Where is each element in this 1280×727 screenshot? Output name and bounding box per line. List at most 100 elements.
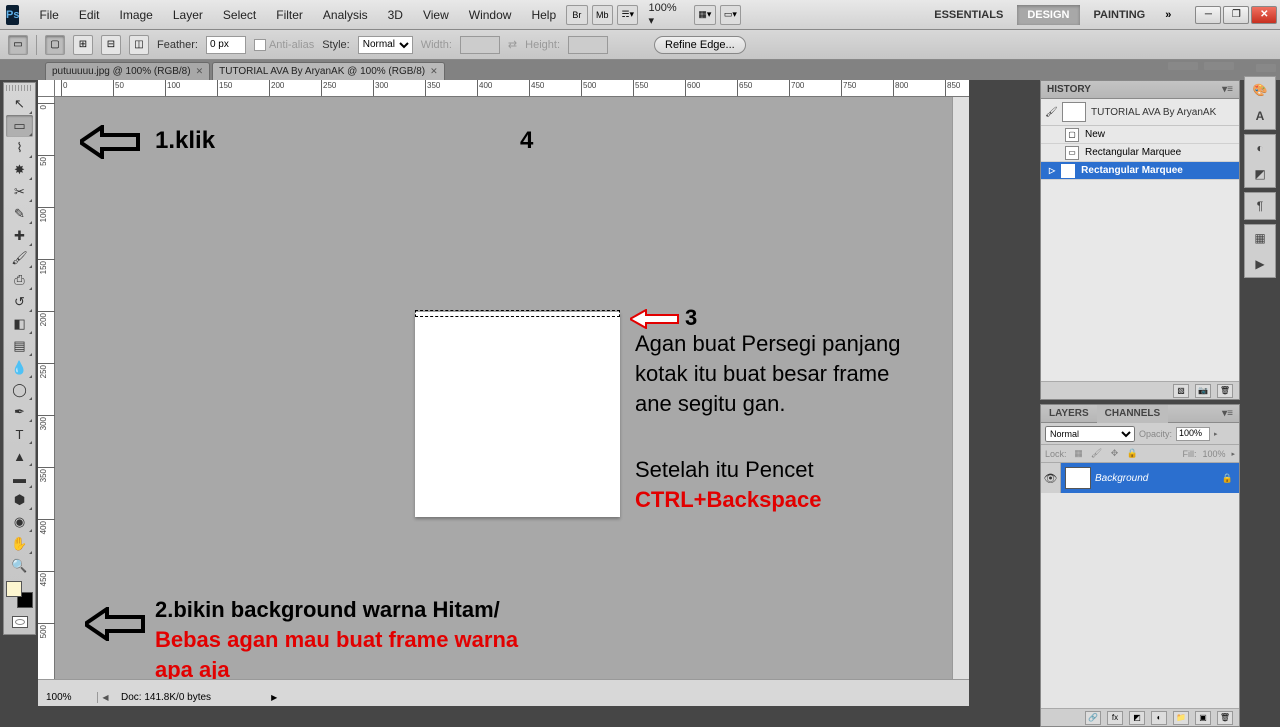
layer-visibility-icon[interactable]: 👁 xyxy=(1041,463,1061,493)
quick-mask-icon[interactable] xyxy=(6,612,33,632)
layer-link-icon[interactable]: 🔗 xyxy=(1085,711,1101,725)
pen-tool-icon[interactable]: ✒ xyxy=(6,401,33,423)
paragraph-panel-icon[interactable]: ¶ xyxy=(1249,196,1271,216)
workspace-design[interactable]: DESIGN xyxy=(1017,5,1079,25)
zoom-level[interactable]: 100% ▾ xyxy=(642,2,690,27)
layer-adjust-icon[interactable]: ◐ xyxy=(1151,711,1167,725)
menu-window[interactable]: Window xyxy=(459,8,522,22)
subtract-selection-icon[interactable]: ⊟ xyxy=(101,35,121,55)
menu-filter[interactable]: Filter xyxy=(266,8,313,22)
shape-tool-icon[interactable]: ▬ xyxy=(6,467,33,489)
foreground-color-swatch[interactable] xyxy=(6,581,22,597)
gradient-tool-icon[interactable]: ▤ xyxy=(6,335,33,357)
styles-panel-icon[interactable]: ▶ xyxy=(1249,254,1271,274)
ruler-origin[interactable] xyxy=(38,80,55,97)
layers-tab[interactable]: LAYERS xyxy=(1041,405,1097,423)
history-brush-tool-icon[interactable]: ↺ xyxy=(6,291,33,313)
layer-name[interactable]: Background xyxy=(1095,473,1222,484)
bridge-icon[interactable]: Br xyxy=(566,5,587,25)
dock-grip[interactable] xyxy=(1256,64,1276,72)
channels-tab[interactable]: CHANNELS xyxy=(1097,405,1169,423)
window-close[interactable]: ✕ xyxy=(1251,6,1277,24)
lasso-tool-icon[interactable]: ⌇ xyxy=(6,137,33,159)
arrange-docs-icon[interactable]: ▦▾ xyxy=(694,5,715,25)
menu-edit[interactable]: Edit xyxy=(69,8,110,22)
masks-panel-icon[interactable]: ◩ xyxy=(1249,164,1271,184)
screen-mode-icon[interactable]: ▭▾ xyxy=(720,5,741,25)
color-panel-icon[interactable]: 🎨 xyxy=(1249,80,1271,100)
feather-input[interactable] xyxy=(206,36,246,54)
crop-tool-icon[interactable]: ✂ xyxy=(6,181,33,203)
layer-new-icon[interactable]: ▣ xyxy=(1195,711,1211,725)
layer-mask-icon[interactable]: ◩ xyxy=(1129,711,1145,725)
type-tool-icon[interactable]: T xyxy=(6,423,33,445)
blur-tool-icon[interactable]: 💧 xyxy=(6,357,33,379)
menu-help[interactable]: Help xyxy=(521,8,566,22)
history-delete-icon[interactable]: 🗑 xyxy=(1217,384,1233,398)
layer-fx-icon[interactable]: fx xyxy=(1107,711,1123,725)
lock-all-icon[interactable]: 🔒 xyxy=(1127,448,1139,460)
fill-value[interactable]: 100% xyxy=(1202,449,1225,459)
menu-select[interactable]: Select xyxy=(213,8,266,22)
close-tab-icon[interactable]: ✕ xyxy=(196,66,204,77)
view-extras-icon[interactable]: ☴▾ xyxy=(617,5,638,25)
zoom-tool-icon[interactable]: 🔍 xyxy=(6,555,33,577)
workspace-more-icon[interactable]: » xyxy=(1159,9,1177,21)
dodge-tool-icon[interactable]: ◯ xyxy=(6,379,33,401)
status-doc-info[interactable]: Doc: 141.8K/0 bytes xyxy=(113,692,211,703)
brush-tool-icon[interactable]: 🖌 xyxy=(6,247,33,269)
toolbox-grip[interactable] xyxy=(6,85,33,91)
status-arrow-left-icon[interactable]: ◀ xyxy=(98,693,113,702)
refine-edge-button[interactable]: Refine Edge... xyxy=(654,36,746,54)
swatches-panel-icon[interactable]: ▦ xyxy=(1249,228,1271,248)
hand-tool-icon[interactable]: ✋ xyxy=(6,533,33,555)
menu-image[interactable]: Image xyxy=(110,8,163,22)
vertical-scrollbar[interactable] xyxy=(952,97,969,679)
canvas[interactable]: 1.klik 4 3 Agan buat Persegi panjang kot… xyxy=(55,97,952,679)
panel-menu-icon[interactable]: ▾≡ xyxy=(1222,408,1239,419)
layer-thumb[interactable] xyxy=(1065,467,1091,489)
menu-view[interactable]: View xyxy=(413,8,459,22)
window-restore[interactable]: ❐ xyxy=(1223,6,1249,24)
window-minimize[interactable]: ─ xyxy=(1195,6,1221,24)
eraser-tool-icon[interactable]: ◧ xyxy=(6,313,33,335)
eyedropper-tool-icon[interactable]: ✎ xyxy=(6,203,33,225)
history-new-doc-icon[interactable]: ▧ xyxy=(1173,384,1189,398)
doc-tab-1[interactable]: putuuuuu.jpg @ 100% (RGB/8)✕ xyxy=(45,62,210,80)
workspace-essentials[interactable]: ESSENTIALS xyxy=(924,5,1013,25)
3d-camera-tool-icon[interactable]: ◉ xyxy=(6,511,33,533)
path-select-tool-icon[interactable]: ▲ xyxy=(6,445,33,467)
menu-analysis[interactable]: Analysis xyxy=(313,8,378,22)
dock-grip[interactable] xyxy=(1168,62,1198,70)
panel-menu-icon[interactable]: ▾≡ xyxy=(1222,84,1233,95)
menu-layer[interactable]: Layer xyxy=(163,8,213,22)
intersect-selection-icon[interactable]: ◫ xyxy=(129,35,149,55)
status-play-icon[interactable]: ▶ xyxy=(271,693,277,702)
new-selection-icon[interactable]: ▢ xyxy=(45,35,65,55)
history-snapshot-icon[interactable]: 📷 xyxy=(1195,384,1211,398)
ruler-vertical[interactable]: 050100150200250300350400450500 xyxy=(38,97,55,679)
lock-paint-icon[interactable]: 🖌 xyxy=(1091,448,1103,460)
lock-position-icon[interactable]: ✥ xyxy=(1109,448,1121,460)
history-document-row[interactable]: 🖌 TUTORIAL AVA By AryanAK xyxy=(1041,99,1239,126)
character-panel-icon[interactable]: A xyxy=(1249,106,1271,126)
active-tool-preset-icon[interactable]: ▭ xyxy=(8,35,28,55)
ruler-horizontal[interactable]: 0501001502002503003504004505005506006507… xyxy=(55,80,969,97)
layer-background[interactable]: 👁 Background 🔒 xyxy=(1041,463,1239,493)
dock-grip[interactable] xyxy=(1204,62,1234,70)
menu-3d[interactable]: 3D xyxy=(378,8,413,22)
marquee-tool-icon[interactable]: ▭ xyxy=(6,115,33,137)
lock-transparency-icon[interactable]: ▦ xyxy=(1073,448,1085,460)
opacity-value[interactable]: 100% xyxy=(1176,427,1210,441)
layer-delete-icon[interactable]: 🗑 xyxy=(1217,711,1233,725)
move-tool-icon[interactable]: ↖ xyxy=(6,93,33,115)
style-select[interactable]: Normal xyxy=(358,36,413,54)
healing-tool-icon[interactable]: ✚ xyxy=(6,225,33,247)
stamp-tool-icon[interactable]: ⎙ xyxy=(6,269,33,291)
color-swatches[interactable] xyxy=(6,581,33,608)
minibridge-icon[interactable]: Mb xyxy=(592,5,613,25)
status-zoom[interactable]: 100% xyxy=(38,692,98,703)
history-item-new[interactable]: ▢New xyxy=(1041,126,1239,144)
menu-file[interactable]: File xyxy=(29,8,68,22)
quick-select-tool-icon[interactable]: ✸ xyxy=(6,159,33,181)
